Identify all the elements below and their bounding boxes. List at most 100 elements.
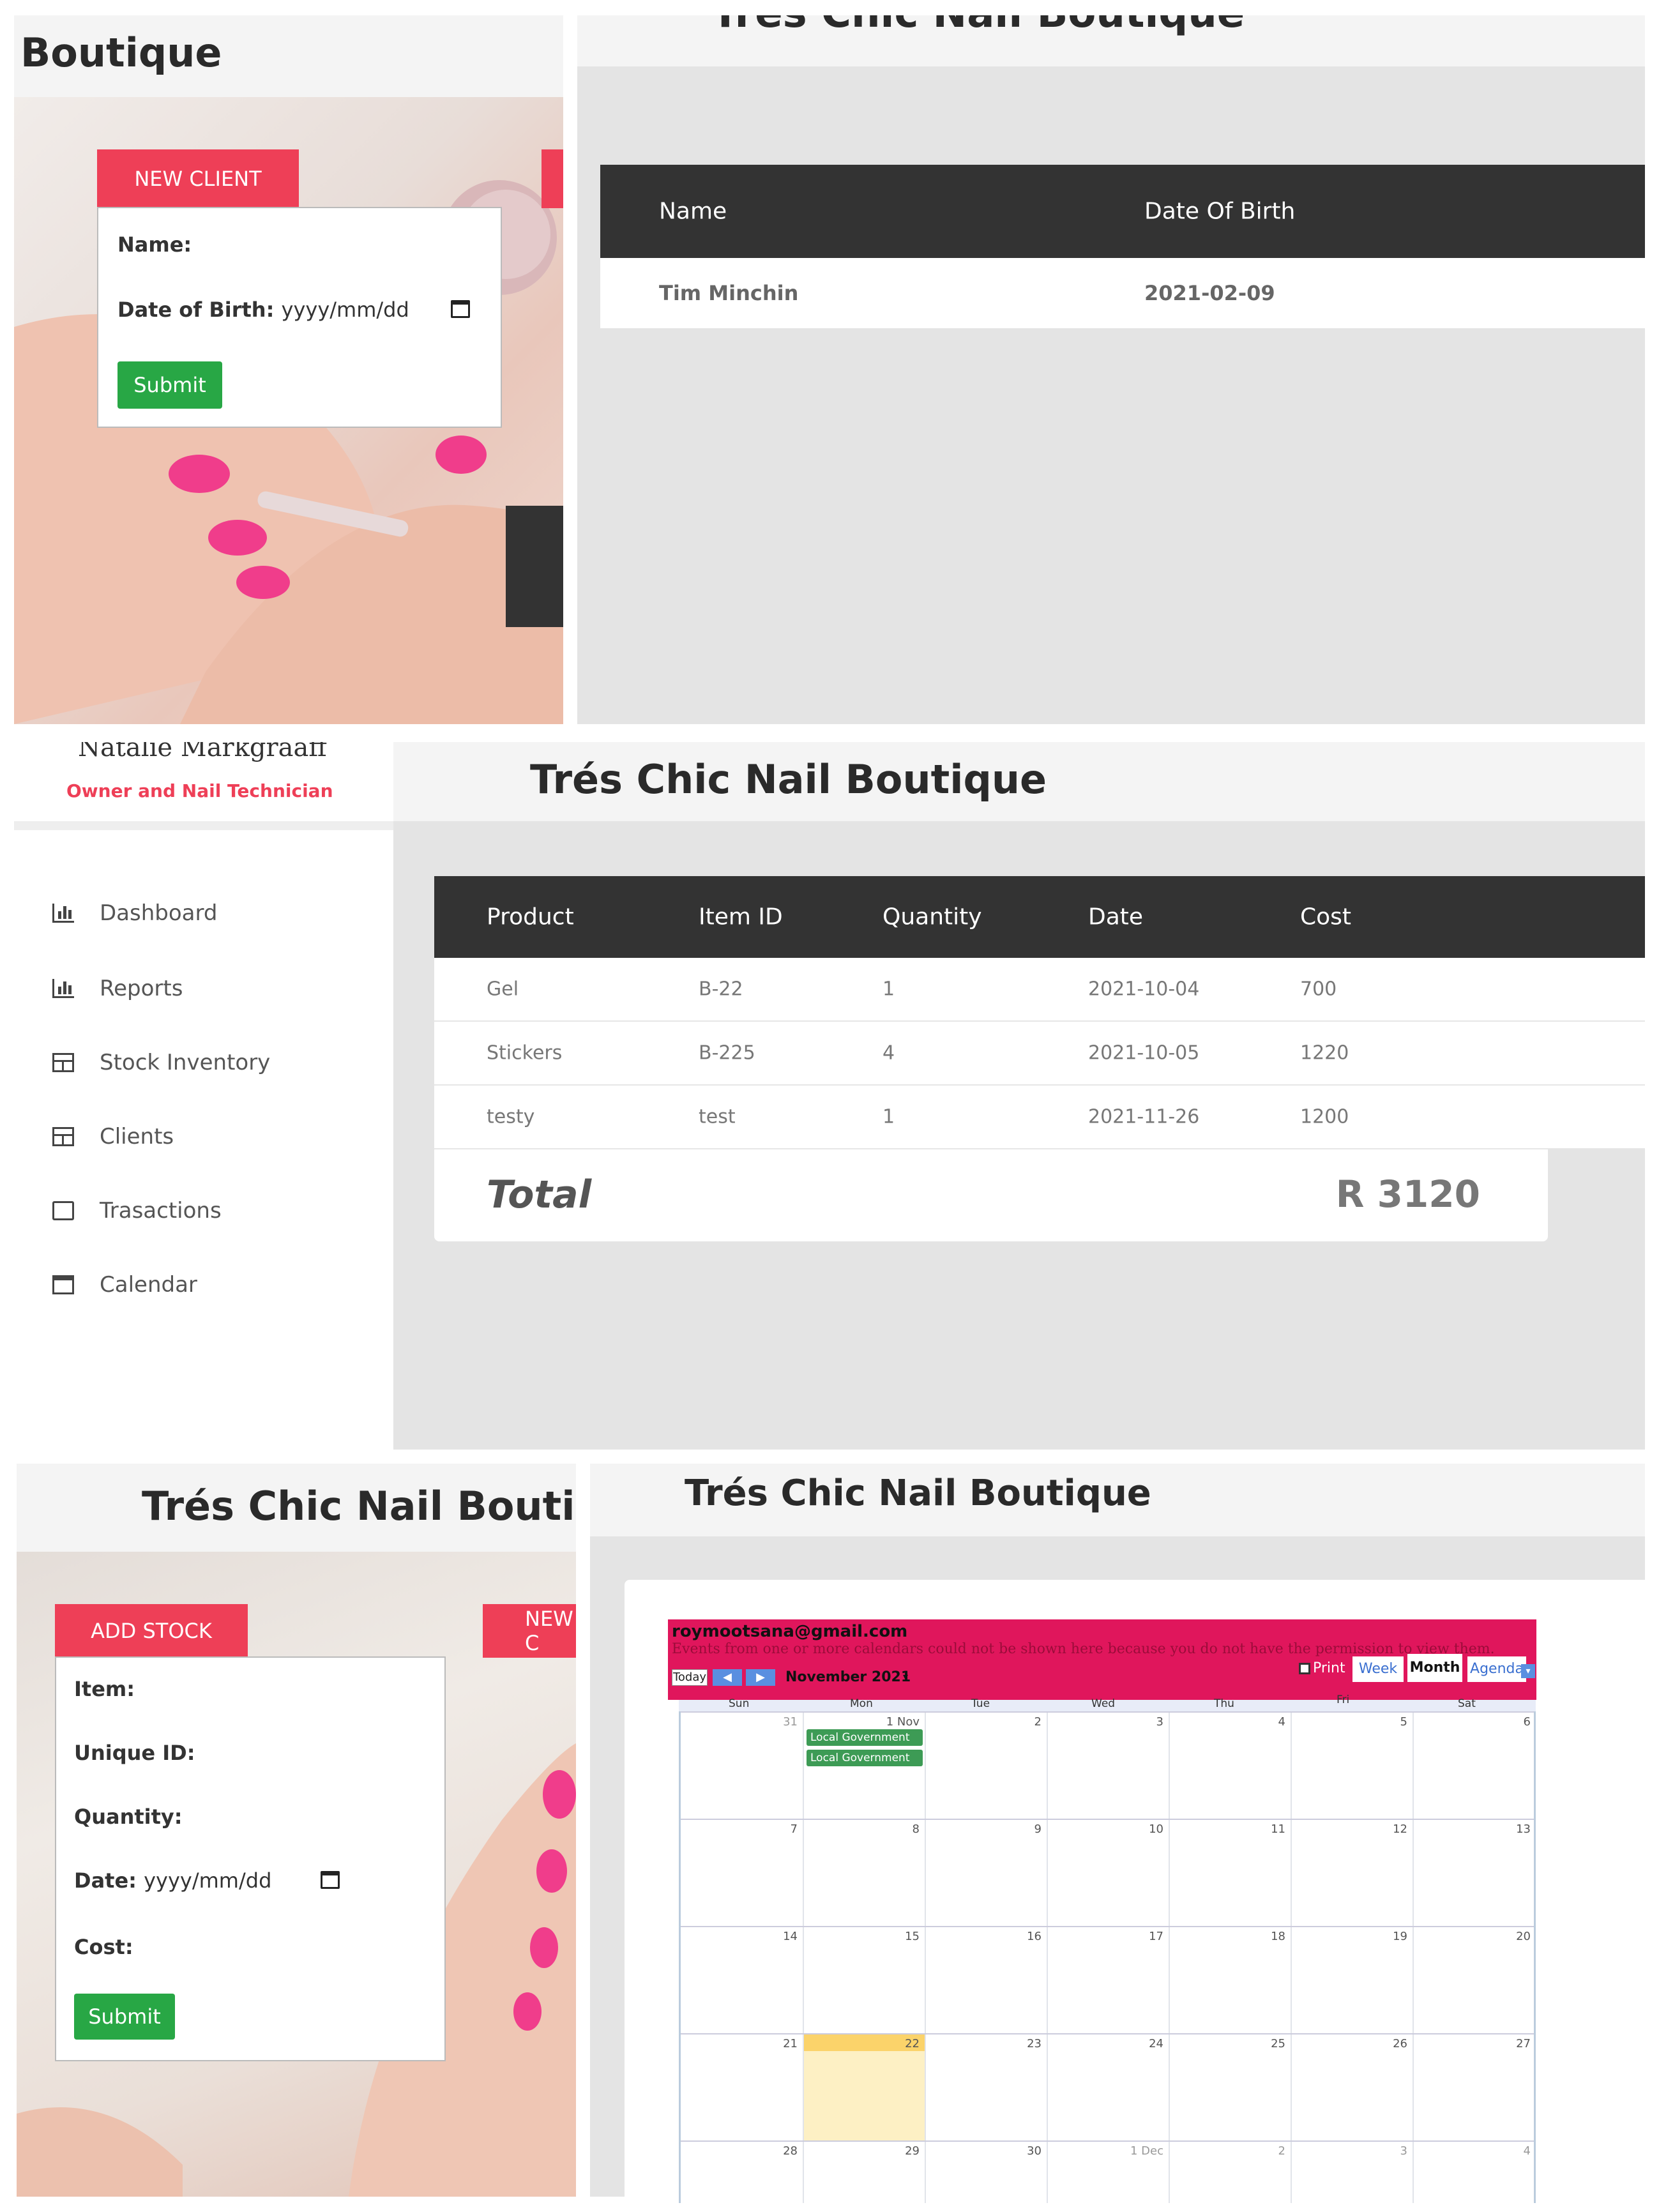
table-row[interactable]: Gel B-22 1 2021-10-04 700 [434,958,1645,1022]
day-cell[interactable]: 18 [1169,1927,1291,2033]
week-row: 14 15 16 17 18 19 20 [681,1926,1534,2033]
prev-month-button[interactable]: ◀ [713,1669,742,1686]
calendar-event[interactable]: Local Government [807,1750,923,1766]
day-number: 26 [1393,2037,1407,2050]
cost-field[interactable]: Cost: [74,1935,133,1959]
day-number: 18 [1271,1930,1285,1943]
day-cell[interactable]: 24 [1047,2034,1169,2140]
quantity-field[interactable]: Quantity: [74,1805,183,1829]
owner-name: Natalie Markgraaff [78,742,327,762]
next-month-button[interactable]: ▶ [746,1669,775,1686]
table-row[interactable]: Stickers B-225 4 2021-10-05 1220 [434,1022,1645,1086]
calendar-icon[interactable] [321,1871,340,1889]
page-header: Boutique [14,15,563,97]
sidebar-item-transactions[interactable]: Trasactions [52,1198,222,1223]
day-cell[interactable]: 3 [1047,1713,1169,1819]
day-cell[interactable]: 8 [803,1820,925,1926]
add-stock-tab[interactable]: ADD STOCK [55,1604,248,1658]
day-cell[interactable]: 26 [1291,2034,1413,2140]
submit-button[interactable]: Submit [74,1994,175,2040]
page-header: Trés Chic Nail Boutique [393,742,1645,821]
table-row[interactable]: testy test 1 2021-11-26 1200 [434,1086,1645,1149]
profile-box: Natalie Markgraaff Owner and Nail Techni… [14,742,346,821]
page-title: Trés Chic Nail Boutique [711,15,1245,37]
day-number: 21 [783,2037,798,2050]
cell-name: Tim Minchin [659,281,799,305]
day-number: 29 [905,2144,920,2158]
week-row: 28 29 30 1 Dec 2 3 4 [681,2140,1534,2203]
day-cell[interactable]: 23 [925,2034,1047,2140]
calendar-icon[interactable] [451,300,470,318]
day-number: 10 [1149,1822,1163,1836]
date-placeholder: yyyy/mm/dd [144,1868,272,1893]
table-row[interactable]: Tim Minchin 2021-02-09 [600,258,1645,328]
day-number: 25 [1271,2037,1285,2050]
date-field[interactable]: Date: yyyy/mm/dd [74,1868,271,1893]
sidebar-item-stock-inventory[interactable]: Stock Inventory [52,1050,270,1075]
day-cell[interactable]: 10 [1047,1820,1169,1926]
day-cell[interactable]: 7 [681,1820,803,1926]
view-dropdown-icon[interactable]: ▾ [1521,1664,1535,1678]
day-cell[interactable]: 6 [1413,1713,1536,1819]
sidebar-item-clients[interactable]: Clients [52,1124,174,1149]
day-cell[interactable]: 21 [681,2034,803,2140]
day-cell[interactable]: 20 [1413,1927,1536,2033]
day-cell[interactable]: 14 [681,1927,803,2033]
day-cell[interactable]: 16 [925,1927,1047,2033]
dob-placeholder: yyyy/mm/dd [281,298,409,322]
table-icon [52,1127,74,1146]
new-client-tab-partial[interactable]: NEW C [483,1604,576,1658]
day-cell-today[interactable]: 22 [803,2034,925,2140]
cell-product: Stickers [487,1042,563,1064]
bar-chart-icon [52,979,74,998]
day-cell[interactable]: 2 [925,1713,1047,1819]
col-item-id: Item ID [699,904,783,930]
sidebar-item-dashboard[interactable]: Dashboard [52,900,217,926]
day-cell[interactable]: 12 [1291,1820,1413,1926]
day-cell[interactable]: 1 Nov Local Government Local Government [803,1713,925,1819]
view-agenda-tab[interactable]: Agenda [1467,1656,1526,1682]
item-field[interactable]: Item: [74,1677,135,1701]
day-cell[interactable]: 29 [803,2142,925,2203]
day-cell[interactable]: 28 [681,2142,803,2203]
day-cell[interactable]: 2 [1169,2142,1291,2203]
submit-button[interactable]: Submit [117,361,222,409]
name-field[interactable]: Name: [117,232,192,257]
day-cell[interactable]: 19 [1291,1927,1413,2033]
weekday-wed: Wed [1091,1697,1116,1710]
sidebar-item-label: Dashboard [100,900,218,926]
next-tab-partial[interactable] [542,149,563,208]
sidebar-item-reports[interactable]: Reports [52,976,183,1001]
day-cell[interactable]: 4 [1169,1713,1291,1819]
dropdown-arrow-icon[interactable]: ▾ [903,1670,908,1683]
day-cell[interactable]: 31 [681,1713,803,1819]
week-row: 31 1 Nov Local Government Local Governme… [681,1711,1534,1819]
today-button[interactable]: Today [672,1669,708,1686]
day-cell[interactable]: 27 [1413,2034,1536,2140]
weekday-sun: Sun [729,1697,750,1710]
day-cell[interactable]: 5 [1291,1713,1413,1819]
view-week-tab[interactable]: Week [1352,1656,1404,1682]
calendar-event[interactable]: Local Government [807,1729,923,1746]
day-number: 5 [1400,1715,1407,1729]
view-month-tab[interactable]: Month [1407,1654,1462,1682]
new-client-tab[interactable]: NEW CLIENT [97,149,299,208]
sidebar-item-calendar[interactable]: Calendar [52,1272,197,1298]
weekday-fri: Fri [1337,1693,1350,1706]
day-cell[interactable]: 15 [803,1927,925,2033]
day-cell[interactable]: 3 [1291,2142,1413,2203]
day-cell[interactable]: 17 [1047,1927,1169,2033]
day-cell[interactable]: 30 [925,2142,1047,2203]
day-cell[interactable]: 1 Dec [1047,2142,1169,2203]
unique-id-field[interactable]: Unique ID: [74,1741,195,1765]
day-cell[interactable]: 9 [925,1820,1047,1926]
day-cell[interactable]: 13 [1413,1820,1536,1926]
weekday-mon: Mon [850,1697,873,1710]
day-cell[interactable]: 25 [1169,2034,1291,2140]
dob-field[interactable]: Date of Birth: yyyy/mm/dd [117,298,409,322]
print-button[interactable]: Print [1299,1660,1345,1676]
day-cell[interactable]: 4 [1413,2142,1536,2203]
cell-date: 2021-10-04 [1088,978,1200,1001]
owner-role: Owner and Nail Technician [66,780,333,801]
day-cell[interactable]: 11 [1169,1820,1291,1926]
